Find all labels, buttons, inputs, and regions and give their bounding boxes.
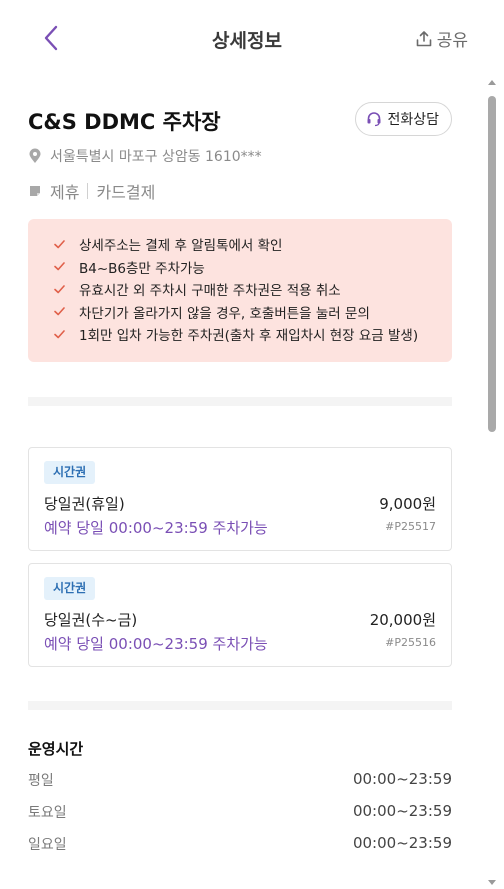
ticket-code: #P25517 — [385, 520, 436, 533]
hours-day: 토요일 — [28, 805, 67, 821]
notice-text: 차단기가 올라가지 않을 경우, 호출버튼을 눌러 문의 — [79, 305, 370, 322]
notice-item: B4~B6층만 주차가능 — [54, 256, 452, 279]
share-button[interactable]: 공유 — [415, 26, 468, 51]
location-pin-icon — [29, 148, 41, 163]
hours-day: 일요일 — [28, 837, 67, 853]
top-bar: 상세정보 공유 — [0, 0, 504, 76]
headset-icon — [367, 112, 381, 127]
check-icon — [54, 307, 65, 316]
detail-content[interactable]: C&S DDMC 주차장 전화상담 서울특별시 마포구 상암동 1610*** … — [0, 76, 474, 889]
notice-item: 상세주소는 결제 후 알림톡에서 확인 — [54, 233, 452, 256]
hours-row-sunday: 일요일 00:00~23:59 — [28, 834, 452, 854]
notice-item: 1회만 입차 가능한 주차권(출차 후 재입차시 현장 요금 발생) — [54, 323, 452, 346]
hours-time: 00:00~23:59 — [352, 770, 452, 788]
check-icon — [54, 329, 65, 339]
tag-card-payment: 카드결제 — [96, 183, 156, 202]
parking-lot-name: C&S DDMC 주차장 — [28, 110, 221, 134]
hours-row-saturday: 토요일 00:00~23:59 — [28, 802, 452, 822]
ticket-valid-time: 예약 당일 00:00~23:59 주차가능 — [44, 635, 268, 653]
scroll-up-arrow-icon[interactable] — [487, 78, 497, 88]
hours-time: 00:00~23:59 — [352, 802, 452, 820]
vertical-scrollbar[interactable] — [486, 76, 498, 889]
hours-row-weekday: 평일 00:00~23:59 — [28, 770, 452, 790]
check-icon — [54, 239, 65, 249]
scrollbar-thumb[interactable] — [488, 96, 496, 432]
ticket-card[interactable]: 시간권 당일권(수~금) 20,000원 예약 당일 00:00~23:59 주… — [28, 563, 452, 667]
check-icon — [54, 284, 65, 294]
operating-hours-title: 운영시간 — [28, 740, 84, 758]
ticket-code: #P25516 — [385, 636, 436, 649]
ticket-type-badge: 시간권 — [44, 577, 96, 600]
call-consult-label: 전화상담 — [387, 112, 439, 128]
ticket-type-badge: 시간권 — [44, 461, 96, 484]
share-label: 공유 — [436, 31, 468, 51]
notice-text: 1회만 입차 가능한 주차권(출차 후 재입차시 현장 요금 발생) — [79, 328, 419, 345]
ticket-valid-time: 예약 당일 00:00~23:59 주차가능 — [44, 519, 268, 537]
ticket-name: 당일권(수~금) — [44, 611, 138, 629]
notice-item: 유효시간 외 주차시 구매한 주차권은 적용 취소 — [54, 278, 452, 301]
hours-day: 평일 — [28, 773, 54, 789]
notice-text: B4~B6층만 주차가능 — [79, 260, 205, 277]
tag-partner: 제휴 — [50, 183, 80, 202]
notice-text: 상세주소는 결제 후 알림톡에서 확인 — [79, 238, 283, 255]
hours-time: 00:00~23:59 — [352, 834, 452, 852]
notice-box: 상세주소는 결제 후 알림톡에서 확인 B4~B6층만 주차가능 유효시간 외 … — [28, 219, 452, 362]
ticket-price: 9,000원 — [379, 495, 436, 513]
share-icon — [416, 30, 432, 46]
section-divider — [28, 397, 452, 406]
call-consult-button[interactable]: 전화상담 — [355, 102, 452, 136]
ticket-price: 20,000원 — [369, 611, 436, 629]
feature-tags: 제휴 카드결제 — [28, 179, 155, 203]
notice-text: 유효시간 외 주차시 구매한 주차권은 적용 취소 — [79, 283, 341, 300]
scroll-down-arrow-icon[interactable] — [487, 877, 497, 887]
notice-item: 차단기가 올라가지 않을 경우, 호출버튼을 눌러 문의 — [54, 301, 452, 324]
check-icon — [54, 262, 65, 271]
tag-divider — [87, 183, 89, 199]
address-line: 서울특별시 마포구 상암동 1610*** — [28, 146, 262, 166]
section-divider — [28, 701, 452, 710]
note-icon — [30, 186, 40, 196]
address-text: 서울특별시 마포구 상암동 1610*** — [50, 149, 262, 165]
ticket-card[interactable]: 시간권 당일권(휴일) 9,000원 예약 당일 00:00~23:59 주차가… — [28, 447, 452, 551]
ticket-name: 당일권(휴일) — [44, 495, 125, 513]
